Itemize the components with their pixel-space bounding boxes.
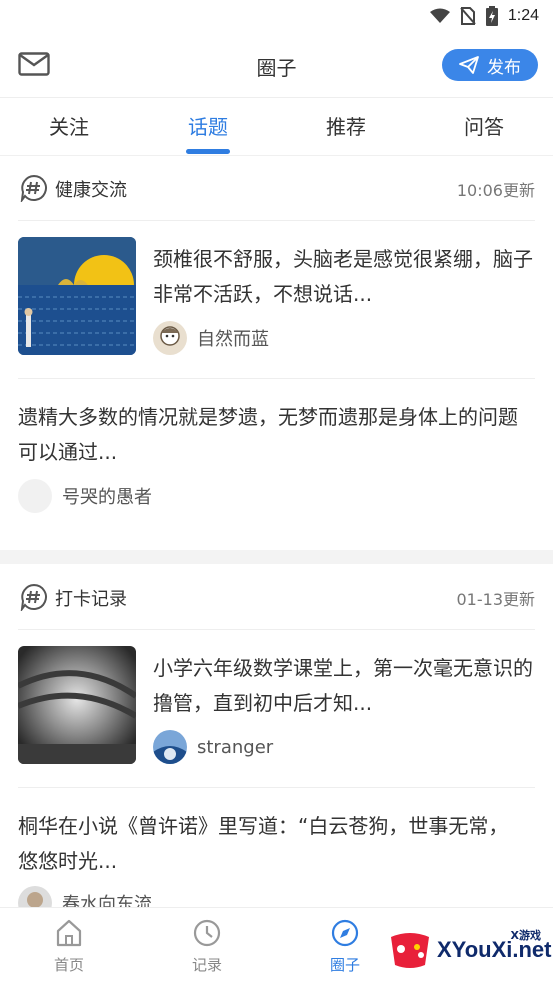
app-header: 圈子 发布	[0, 32, 553, 98]
topic-updated: 01-13更新	[456, 590, 536, 609]
featured-post-title[interactable]: 颈椎很不舒服，头脑老是感觉很紧绷，脑子非常不活跃，不想说话...	[153, 242, 535, 312]
nav-records[interactable]: 记录	[167, 918, 247, 975]
nav-home[interactable]: 首页	[29, 918, 109, 975]
post-thumbnail-storm[interactable]	[18, 646, 136, 764]
divider	[18, 378, 535, 379]
home-icon	[56, 919, 82, 947]
publish-button[interactable]: 发布	[442, 49, 538, 81]
featured-post-title[interactable]: 小学六年级数学课堂上，第一次毫无意识的撸管，直到初中后才知...	[153, 651, 535, 721]
featured-post-author[interactable]: 自然而蓝	[153, 321, 269, 355]
post-author[interactable]: 号哭的愚者	[18, 479, 152, 513]
topic-updated: 10:06更新	[456, 181, 535, 200]
author-name: 号哭的愚者	[62, 487, 152, 508]
topic-name: 打卡记录	[55, 589, 127, 610]
author-name: stranger	[197, 736, 274, 758]
post-text[interactable]: 桐华在小说《曾许诺》里写道：“白云苍狗，世事无常，悠悠时光...	[18, 809, 523, 879]
topic-hash-icon	[20, 174, 47, 202]
tab-topics[interactable]: 话题	[168, 111, 248, 140]
nav-label: 记录	[191, 956, 222, 974]
clock-icon	[193, 919, 221, 947]
nav-label: 圈子	[329, 956, 360, 974]
topic-header-health[interactable]: 健康交流 10:06更新	[18, 157, 535, 221]
publish-label: 发布	[487, 57, 521, 78]
divider	[18, 787, 535, 788]
send-icon	[459, 56, 479, 74]
avatar	[18, 479, 52, 513]
tab-qa[interactable]: 问答	[444, 111, 524, 140]
battery-icon	[485, 6, 498, 26]
post-text[interactable]: 遗精大多数的情况就是梦遗，无梦而遗那是身体上的问题可以通过...	[18, 400, 523, 470]
tab-follow[interactable]: 关注	[29, 111, 109, 140]
tab-bar: 关注 话题 推荐 问答	[0, 99, 553, 156]
topic-name: 健康交流	[55, 180, 127, 201]
topic-header-checkin[interactable]: 打卡记录 01-13更新	[18, 566, 535, 630]
no-sim-icon	[460, 7, 476, 25]
post-thumbnail-sunset[interactable]	[18, 237, 136, 355]
topic-hash-icon	[20, 583, 47, 611]
watermark-logo: X游戏 XYouXi.net	[385, 925, 552, 975]
active-tab-indicator	[186, 149, 230, 154]
compass-icon	[331, 919, 359, 947]
avatar	[153, 730, 187, 764]
tab-recommend[interactable]: 推荐	[306, 111, 386, 140]
watermark-brand: XYouXi.net	[437, 937, 552, 962]
status-time: 1:24	[507, 7, 539, 24]
avatar	[153, 321, 187, 355]
wifi-icon	[429, 8, 450, 23]
nav-circle[interactable]: 圈子	[305, 918, 385, 975]
nav-label: 首页	[53, 956, 84, 974]
status-bar: 1:24	[0, 0, 553, 32]
author-name: 自然而蓝	[197, 329, 269, 350]
section-separator	[0, 550, 553, 564]
featured-post-author[interactable]: stranger	[153, 730, 273, 764]
